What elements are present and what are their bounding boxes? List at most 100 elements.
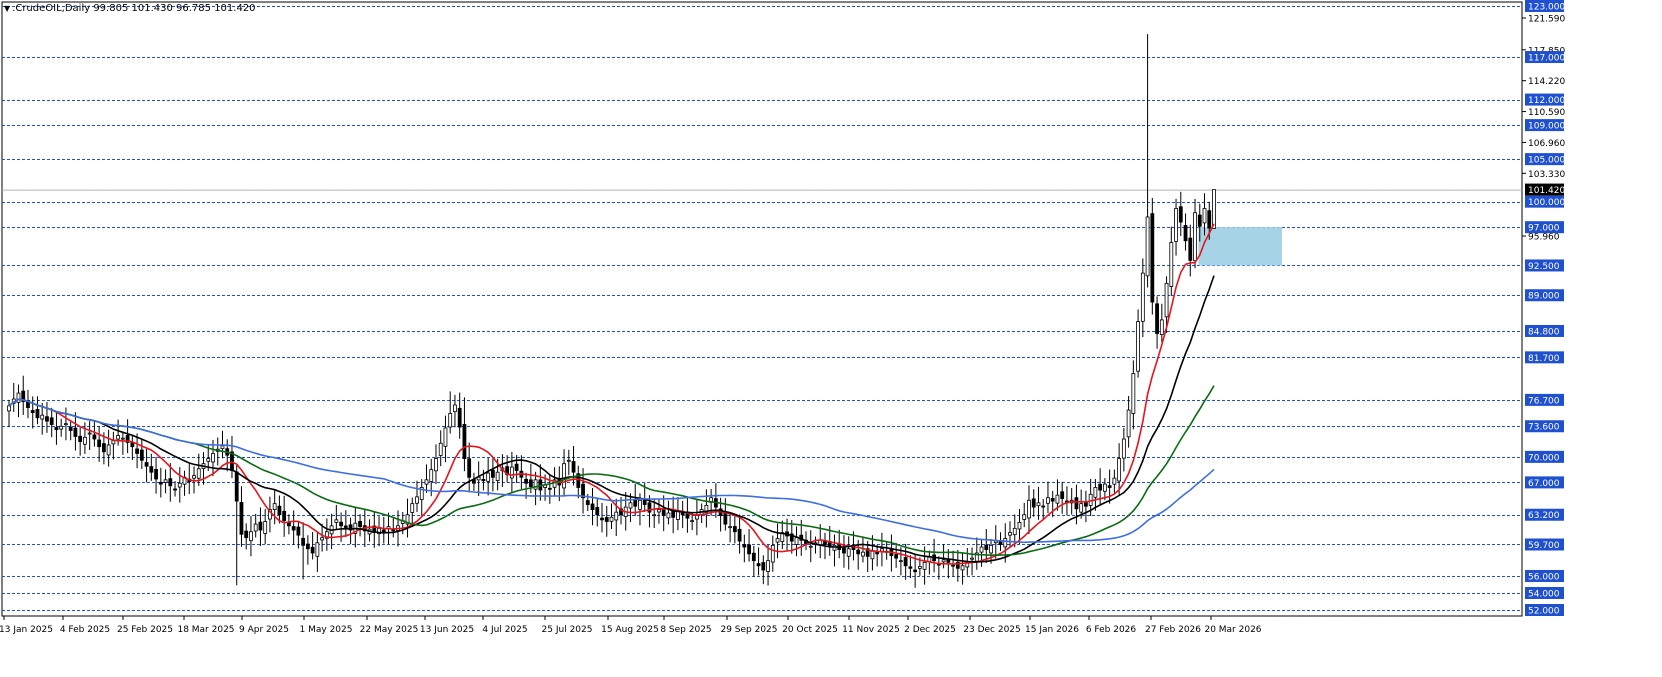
candle-body: [116, 435, 121, 440]
candle-body: [1159, 319, 1164, 335]
candle-body: [1008, 532, 1012, 536]
candle-body: [818, 539, 823, 546]
candle-body: [154, 469, 158, 480]
candle-body: [343, 525, 348, 528]
candle-body: [486, 472, 491, 482]
candle-body: [453, 404, 457, 413]
candle-body: [1164, 282, 1169, 318]
candle-body: [737, 528, 742, 542]
candle-body: [291, 526, 296, 531]
candle-body: [633, 499, 638, 507]
x-tick-label: 11 Nov 2025: [842, 625, 900, 635]
x-tick-label: 4 Jul 2025: [482, 625, 527, 635]
candle-body: [64, 423, 68, 426]
candle-body: [600, 517, 604, 521]
x-tick-label: 8 Sep 2025: [660, 625, 711, 635]
y-tick-label: 110.590: [1528, 108, 1565, 118]
candle-body: [1183, 225, 1188, 242]
level-label: 97.000: [1528, 224, 1560, 234]
candle-body: [1027, 499, 1031, 519]
candle-body: [1093, 487, 1098, 498]
x-tick-label: 4 Feb 2025: [60, 625, 110, 635]
price-zone: [1198, 227, 1282, 266]
candle-body: [808, 545, 813, 548]
candle-body: [547, 487, 552, 490]
chart-frame[interactable]: 121.590117.850114.220110.590106.960103.3…: [0, 0, 1662, 677]
candle-body: [1055, 494, 1060, 504]
candle-body: [467, 458, 472, 478]
y-tick-label: 95.960: [1528, 233, 1560, 243]
candle-body: [1193, 212, 1197, 262]
candle-body: [448, 413, 453, 428]
candle-body: [277, 505, 282, 516]
candle-body: [571, 461, 576, 473]
candle-body: [87, 432, 92, 435]
candle-body: [443, 427, 448, 447]
x-tick-label: 1 May 2025: [300, 625, 353, 635]
candle-body: [381, 529, 386, 533]
candle-body: [1207, 210, 1212, 229]
candle-body: [1003, 538, 1008, 548]
candle-body: [211, 453, 215, 463]
candle-body: [766, 560, 770, 572]
candle-body: [894, 554, 899, 559]
candle-body: [1188, 237, 1193, 261]
level-label: 59.700: [1528, 541, 1560, 551]
candle-body: [1131, 373, 1136, 414]
candle-body: [253, 523, 258, 532]
candle-body: [690, 520, 695, 523]
y-tick-label: 121.590: [1528, 14, 1565, 24]
candle-body: [462, 424, 467, 459]
y-tick-label: 103.330: [1528, 170, 1565, 180]
candle-body: [585, 500, 590, 505]
price-chart[interactable]: 121.590117.850114.220110.590106.960103.3…: [0, 0, 1662, 677]
x-tick-label: 2 Dec 2025: [904, 625, 956, 635]
x-tick-label: 13 Jun 2025: [420, 625, 474, 635]
candle-body: [206, 458, 211, 462]
candle-body: [272, 503, 277, 510]
x-tick-label: 25 Feb 2025: [117, 625, 173, 635]
candle-body: [1022, 514, 1027, 520]
candle-body: [676, 510, 680, 520]
candle-body: [728, 526, 733, 529]
candle-body: [628, 502, 633, 509]
candle-body: [922, 561, 927, 570]
candle-body: [220, 445, 225, 450]
candle-body: [282, 510, 287, 522]
x-tick-label: 27 Feb 2026: [1145, 625, 1201, 635]
candle-body: [120, 437, 125, 440]
candle-body: [1197, 214, 1202, 227]
candle-body: [234, 471, 239, 502]
candle-body: [970, 557, 974, 560]
candle-body: [913, 569, 918, 573]
candle-body: [595, 507, 600, 516]
candle-body: [661, 509, 666, 516]
level-label: 84.800: [1528, 327, 1560, 337]
candle-body: [40, 414, 45, 420]
candle-body: [1145, 216, 1150, 277]
x-tick-label: 25 Jul 2025: [542, 625, 593, 635]
candle-body: [984, 544, 989, 550]
candle-body: [78, 435, 83, 442]
candle-body: [898, 560, 903, 563]
candle-body: [524, 478, 529, 484]
level-label: 109.000: [1528, 122, 1565, 132]
candle-body: [168, 478, 173, 487]
level-label: 76.700: [1528, 396, 1560, 406]
candle-body: [870, 550, 875, 560]
level-label: 70.000: [1528, 453, 1560, 463]
candle-body: [158, 481, 163, 485]
candle-body: [1112, 477, 1117, 485]
dropdown-triangle-icon[interactable]: ▼: [4, 4, 10, 13]
x-tick-label: 20 Oct 2025: [782, 625, 838, 635]
candle-body: [723, 511, 728, 525]
candle-body: [263, 521, 268, 534]
candle-body: [638, 499, 642, 510]
candle-body: [951, 564, 955, 567]
candle-body: [173, 488, 177, 491]
candle-body: [1098, 483, 1103, 491]
candle-body: [192, 475, 196, 479]
candle-body: [287, 522, 291, 527]
candle-body: [856, 549, 861, 555]
candle-body: [614, 511, 619, 521]
